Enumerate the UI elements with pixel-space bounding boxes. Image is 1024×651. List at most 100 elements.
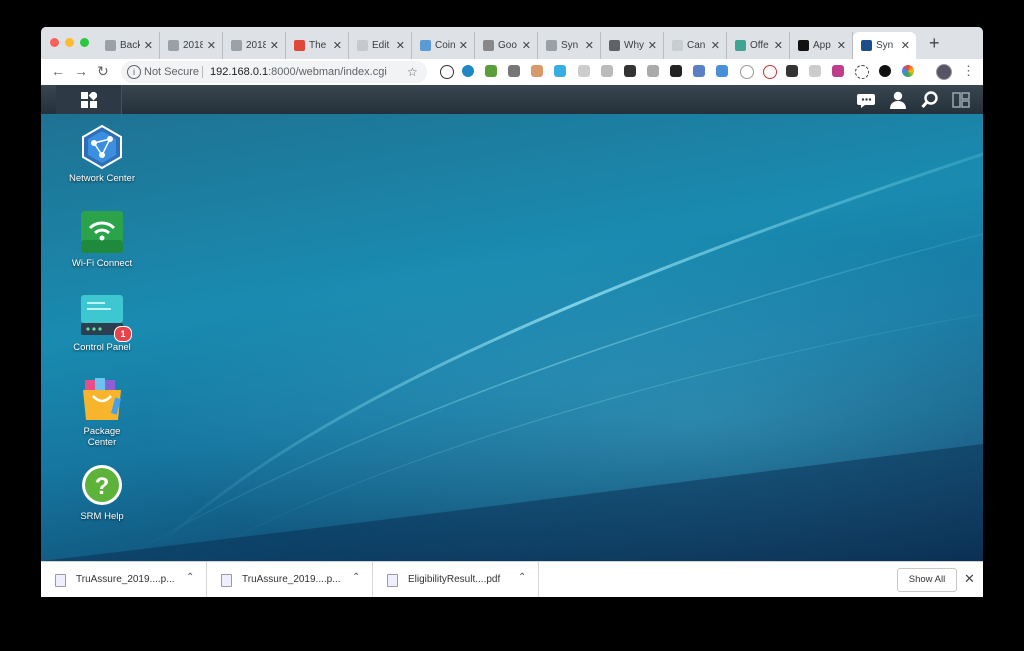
close-icon[interactable]: ✕ [964,571,975,587]
browser-tab[interactable]: Goo ✕ [475,32,538,59]
url-path: :8000/webman/index.cgi [268,66,387,78]
close-tab-icon[interactable]: ✕ [774,39,783,52]
extension-b-icon[interactable] [832,65,844,77]
kebab-menu-icon[interactable]: ⋮ [962,63,975,79]
close-tab-icon[interactable]: ✕ [522,39,531,52]
desktop-icon-label: Control Panel [73,342,131,353]
close-tab-icon[interactable]: ✕ [711,39,720,52]
browser-tab[interactable]: 2018 ✕ [223,32,286,59]
srm-taskbar [41,85,983,114]
extension-camera-icon[interactable] [508,65,520,77]
minimize-window-button[interactable] [65,38,74,47]
chevron-up-icon[interactable]: ⌃ [352,572,360,583]
extension-face-icon[interactable] [531,65,543,77]
extension-k-icon[interactable] [647,65,659,77]
search-icon[interactable] [921,91,939,109]
browser-tab[interactable]: Syn ✕ [538,32,601,59]
reload-button[interactable]: ↻ [97,63,109,80]
extension-evernote-icon[interactable] [485,65,497,77]
browser-tab[interactable]: Can ✕ [664,32,727,59]
download-item[interactable]: EligibilityResult....pdf ⌃ [373,562,539,597]
extension-circle-icon[interactable] [740,65,754,79]
close-tab-icon[interactable]: ✕ [585,39,594,52]
extension-puzzle-icon[interactable] [670,65,682,77]
extension-1password-icon[interactable] [440,65,454,79]
widgets-icon[interactable] [952,91,970,109]
show-all-button[interactable]: Show All [897,568,957,592]
security-label: Not Secure [144,66,200,78]
profile-avatar[interactable] [936,64,952,80]
close-tab-icon[interactable]: ✕ [396,39,405,52]
srm-icon [861,40,872,51]
browser-tab[interactable]: 2018 ✕ [160,32,223,59]
chat-icon[interactable] [857,91,875,109]
browser-tab[interactable]: Coin ✕ [412,32,475,59]
network-center-icon [82,124,122,170]
notification-badge: 1 [114,326,132,342]
close-tab-icon[interactable]: ✕ [837,39,846,52]
chevron-up-icon[interactable]: ⌃ [186,572,194,583]
close-window-button[interactable] [50,38,59,47]
download-item[interactable]: TruAssure_2019....p... ⌃ [41,562,207,597]
extension-send-icon[interactable] [554,65,566,77]
tab-title: Edit [372,40,390,51]
main-menu-button[interactable] [56,85,122,114]
c-icon [420,40,431,51]
info-icon[interactable]: i [127,65,141,79]
desktop-icon-package-center[interactable]: Package Center [57,378,147,448]
browser-tab[interactable]: The ✕ [286,32,349,59]
extension-calculator-icon[interactable] [786,65,798,77]
close-tab-icon[interactable]: ✕ [901,39,910,52]
close-tab-icon[interactable]: ✕ [207,39,216,52]
desktop-icon-srm-help[interactable]: ? SRM Help [57,463,147,522]
back-button[interactable]: ← [51,63,65,79]
browser-tab[interactable]: Why ✕ [601,32,664,59]
extension-dashed-icon[interactable] [855,65,869,79]
address-bar[interactable]: i Not Secure 192.168.0.1:8000/webman/ind… [121,61,427,83]
close-tab-icon[interactable]: ✕ [333,39,342,52]
close-tab-icon[interactable]: ✕ [270,39,279,52]
package-center-icon [83,378,121,420]
browser-toolbar: ← → ↻ i Not Secure 192.168.0.1:8000/webm… [41,59,983,86]
extension-chrome-icon[interactable] [902,65,914,77]
extension-person-icon[interactable] [716,65,728,77]
browser-tab[interactable]: App ✕ [790,32,853,59]
close-tab-icon[interactable]: ✕ [144,39,153,52]
chevron-up-icon[interactable]: ⌃ [518,572,526,583]
close-tab-icon[interactable]: ✕ [648,39,657,52]
download-filename: TruAssure_2019....p... [242,574,341,585]
new-tab-button[interactable]: + [929,33,940,54]
browser-tab[interactable]: Offe ✕ [727,32,790,59]
browser-window: Back✕2018✕2018✕The✕Edit✕Coin✕Goo✕Syn✕Why… [41,27,983,597]
extension-compass-icon[interactable] [462,65,474,77]
syn-icon [672,40,683,51]
forward-button[interactable]: → [74,63,88,79]
desktop-icon-network-center[interactable]: Network Center [57,124,147,184]
desktop-icon-label: SRM Help [80,511,124,522]
extension-doc-icon[interactable] [809,65,821,77]
mail-icon [357,40,368,51]
desktop-icon-label: Package Center [83,426,121,448]
extension-mail-icon[interactable] [578,65,590,77]
tab-title: Why [624,40,644,51]
extension-w-icon[interactable] [624,65,636,77]
extension-image-icon[interactable] [601,65,613,77]
extension-info-icon[interactable] [763,65,777,79]
doc-icon [546,40,557,51]
desktop-icon-control-panel[interactable]: 1 Control Panel [57,294,147,353]
browser-tab[interactable]: Edit ✕ [349,32,412,59]
user-icon[interactable] [889,91,907,109]
extension-a-icon[interactable] [879,65,891,77]
separator [202,66,203,78]
download-item[interactable]: TruAssure_2019....p... ⌃ [207,562,373,597]
close-tab-icon[interactable]: ✕ [459,39,468,52]
browser-tab[interactable]: Back ✕ [97,32,160,59]
zoom-window-button[interactable] [80,38,89,47]
tab-title: Coin [435,40,455,51]
tab-title: Syn [561,40,579,51]
desktop-icon-wifi-connect[interactable]: Wi-Fi Connect [57,210,147,269]
bookmark-star-icon[interactable]: ☆ [407,61,418,83]
tab-title: 2018 [183,40,203,51]
extension-clipper-icon[interactable] [693,65,705,77]
browser-tab[interactable]: Syn ✕ [853,32,916,59]
